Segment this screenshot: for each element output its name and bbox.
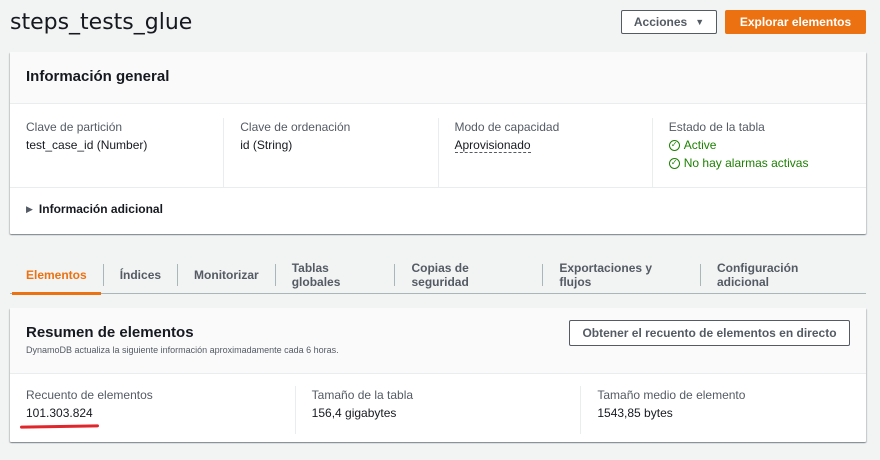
status-active: ✓ Active (668, 136, 850, 154)
partition-key-label: Clave de partición (26, 120, 123, 134)
items-summary-description: DynamoDB actualiza la siguiente informac… (26, 345, 339, 355)
caret-right-icon: ▶ (26, 203, 33, 214)
avg-item-size-column: Tamaño medio de elemento 1543,85 bytes (580, 386, 866, 434)
capacity-mode-value[interactable]: Aprovisionado (454, 138, 531, 153)
partition-key-value: test_case_id (Number) (26, 138, 148, 152)
general-info-header: Información general (10, 52, 866, 104)
item-count-label: Recuento de elementos (26, 388, 153, 402)
tab-tablas-globales[interactable]: Tablas globales (274, 261, 395, 289)
sort-key-column: Clave de ordenación id (String) (223, 118, 437, 187)
additional-info-label: Información adicional (38, 202, 163, 216)
check-circle-icon: ✓ (668, 139, 680, 151)
table-size-column: Tamaño de la tabla 156,4 gigabytes (294, 386, 581, 434)
status-alarms: ✓ No hay alarmas activas (668, 154, 850, 172)
tab-configuracion-adicional[interactable]: Configuración adicional (699, 261, 866, 289)
items-summary-columns: Recuento de elementos 101.303.824 Tamaño… (10, 374, 866, 434)
actions-dropdown-button[interactable]: Acciones ▼ (621, 10, 717, 34)
tab-copias-seguridad[interactable]: Copias de seguridad (394, 261, 542, 289)
general-info-panel: Información general Clave de partición t… (10, 52, 866, 234)
additional-info-toggle[interactable]: ▶ Información adicional (10, 188, 866, 230)
status-active-text: Active (683, 138, 717, 152)
table-status-label: Estado de la tabla (668, 120, 765, 134)
general-info-columns: Clave de partición test_case_id (Number)… (10, 104, 866, 188)
explore-items-button[interactable]: Explorar elementos (725, 10, 866, 34)
items-summary-panel: Resumen de elementos DynamoDB actualiza … (10, 308, 866, 442)
table-size-label: Tamaño de la tabla (311, 388, 414, 402)
sort-key-value: id (String) (240, 138, 293, 152)
partition-key-column: Clave de partición test_case_id (Number) (10, 118, 223, 187)
page-title: steps_tests_glue (10, 10, 193, 35)
live-count-button[interactable]: Obtener el recuento de elementos en dire… (569, 320, 850, 346)
actions-label: Acciones (633, 15, 688, 29)
table-size-value: 156,4 gigabytes (311, 406, 397, 420)
tab-indices[interactable]: Índices (102, 263, 177, 286)
sort-key-label: Clave de ordenación (240, 120, 351, 134)
general-info-title: Información general (26, 68, 170, 85)
avg-item-size-label: Tamaño medio de elemento (597, 388, 746, 402)
capacity-mode-label: Modo de capacidad (454, 120, 560, 134)
item-count-column: Recuento de elementos 101.303.824 (10, 386, 295, 434)
item-count-value: 101.303.824 (26, 406, 93, 420)
avg-item-size-value: 1543,85 bytes (597, 406, 673, 420)
table-status-column: Estado de la tabla ✓ Active ✓ No hay ala… (651, 118, 866, 187)
capacity-mode-column: Modo de capacidad Aprovisionado (437, 118, 652, 187)
tab-exportaciones-flujos[interactable]: Exportaciones y flujos (542, 261, 700, 289)
tab-elementos[interactable]: Elementos (10, 264, 103, 295)
items-summary-header: Resumen de elementos DynamoDB actualiza … (10, 308, 866, 374)
check-circle-icon: ✓ (668, 157, 680, 169)
caret-down-icon: ▼ (695, 17, 705, 27)
status-alarms-text: No hay alarmas activas (683, 156, 809, 170)
table-tabs: Elementos Índices Monitorizar Tablas glo… (10, 256, 866, 295)
tab-monitorizar[interactable]: Monitorizar (177, 263, 275, 286)
